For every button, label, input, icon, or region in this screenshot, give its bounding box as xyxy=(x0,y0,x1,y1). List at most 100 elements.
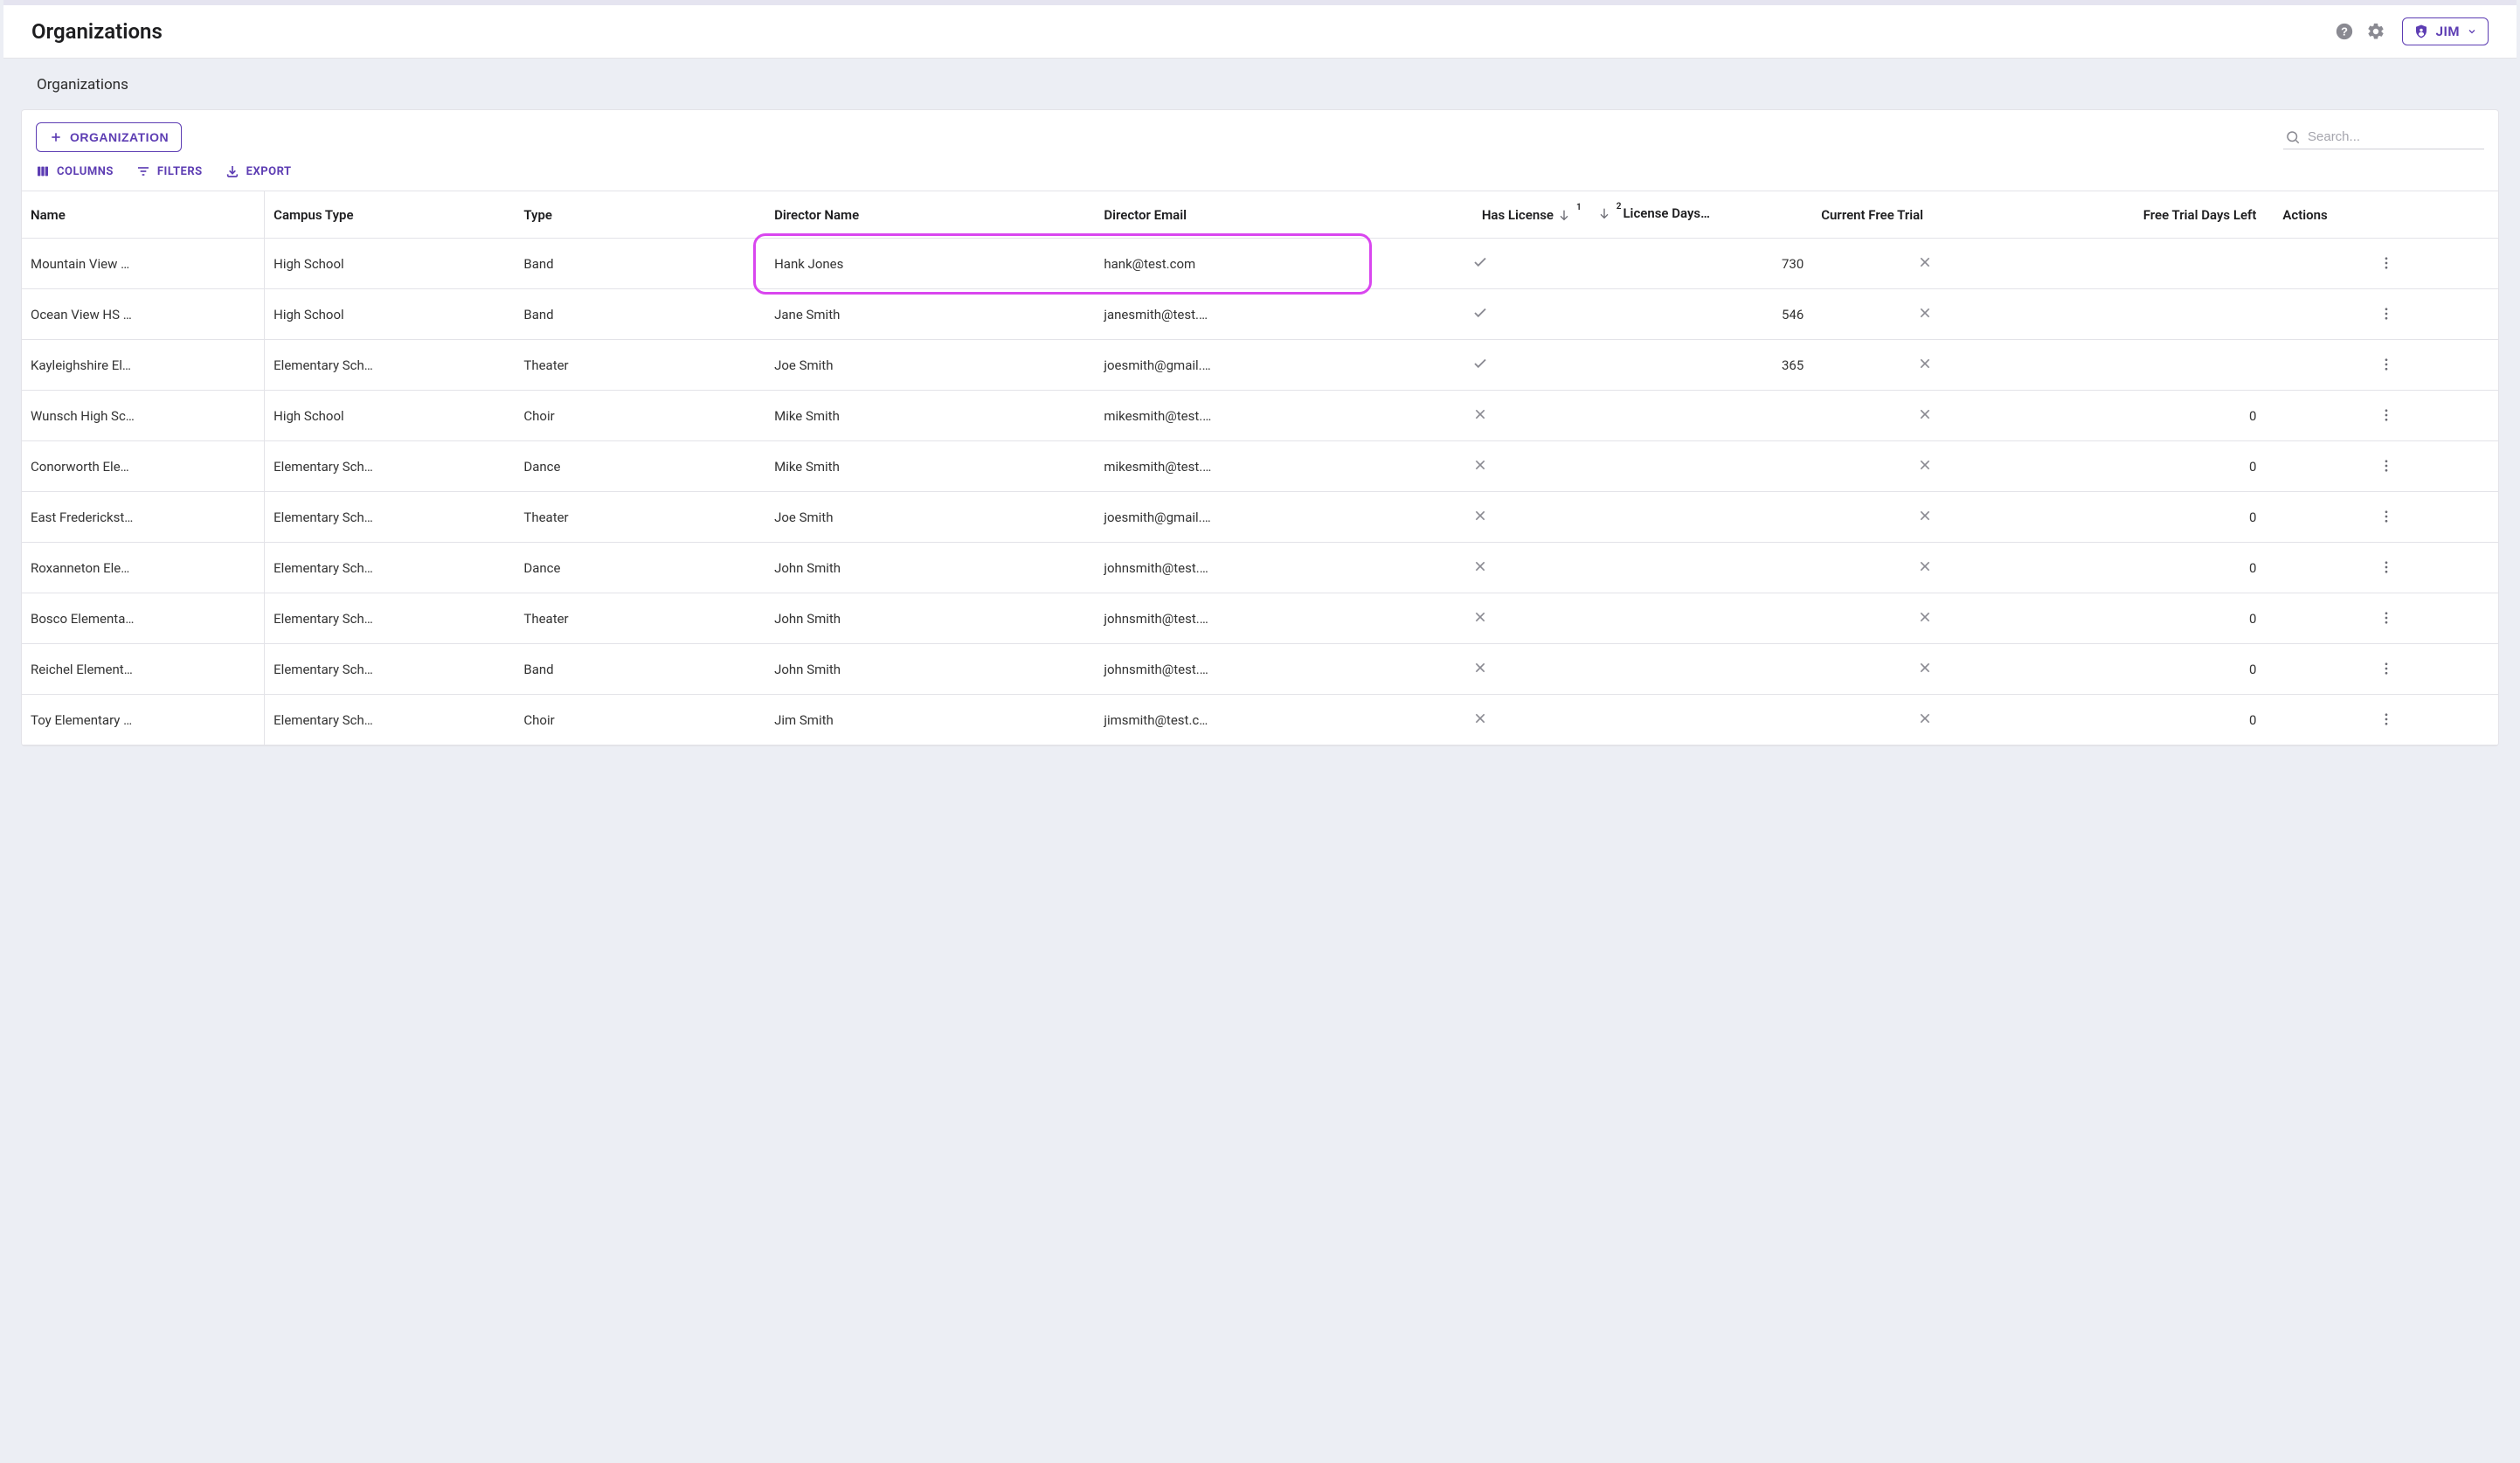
cell-free-trial-days-left xyxy=(2037,340,2274,391)
cell-has-license xyxy=(1372,289,1588,340)
check-icon xyxy=(1472,356,1488,371)
table-row: Wunsch High Sc…High SchoolChoirMike Smit… xyxy=(22,391,2498,441)
cell-type: Theater xyxy=(515,492,765,543)
x-icon xyxy=(1918,458,1932,472)
x-icon xyxy=(1473,559,1487,573)
col-type[interactable]: Type xyxy=(515,191,765,239)
cell-license-days: 546 xyxy=(1589,289,1813,340)
row-actions-button[interactable] xyxy=(2376,405,2397,426)
cell-director-email: mikesmith@test.… xyxy=(1095,441,1372,492)
col-has-license[interactable]: Has License 1 xyxy=(1372,191,1588,239)
table-row: Bosco Elementa…Elementary Sch…TheaterJoh… xyxy=(22,593,2498,644)
col-free-trial-days-left[interactable]: Free Trial Days Left xyxy=(2037,191,2274,239)
cell-type: Band xyxy=(515,644,765,695)
check-icon xyxy=(1472,254,1488,270)
cell-director-email: johnsmith@test.… xyxy=(1095,644,1372,695)
table-container: Name Campus Type Type Director Name Dire… xyxy=(22,191,2498,745)
cell-license-days xyxy=(1589,593,1813,644)
col-license-days[interactable]: 2 License Days… xyxy=(1589,191,1813,239)
table-row: Reichel Element…Elementary Sch…BandJohn … xyxy=(22,644,2498,695)
cell-actions xyxy=(2274,289,2498,340)
cell-type: Choir xyxy=(515,695,765,745)
cell-director-name: Hank Jones xyxy=(765,239,1095,289)
filters-button[interactable]: FILTERS xyxy=(136,164,203,178)
row-actions-button[interactable] xyxy=(2376,709,2397,730)
x-icon xyxy=(1918,661,1932,675)
cell-has-license xyxy=(1372,441,1588,492)
cell-type: Theater xyxy=(515,340,765,391)
x-icon xyxy=(1918,509,1932,523)
cell-license-days xyxy=(1589,695,1813,745)
cell-type: Dance xyxy=(515,543,765,593)
cell-license-days xyxy=(1589,391,1813,441)
x-icon xyxy=(1918,711,1932,725)
page-title: Organizations xyxy=(31,19,163,44)
user-menu[interactable]: JIM xyxy=(2402,17,2489,45)
row-actions-button[interactable] xyxy=(2376,506,2397,527)
cell-has-license xyxy=(1372,543,1588,593)
row-actions-button[interactable] xyxy=(2376,303,2397,324)
cell-current-free-trial xyxy=(1812,644,2037,695)
plus-icon xyxy=(49,130,63,144)
columns-button[interactable]: COLUMNS xyxy=(36,164,114,178)
cell-type: Band xyxy=(515,239,765,289)
cell-free-trial-days-left: 0 xyxy=(2037,441,2274,492)
cell-name: Reichel Element… xyxy=(22,644,265,695)
col-name[interactable]: Name xyxy=(22,191,265,239)
cell-director-email: janesmith@test.… xyxy=(1095,289,1372,340)
row-actions-button[interactable] xyxy=(2376,354,2397,375)
col-current-free-trial[interactable]: Current Free Trial xyxy=(1812,191,2037,239)
col-campus-type[interactable]: Campus Type xyxy=(265,191,516,239)
cell-name: Ocean View HS … xyxy=(22,289,265,340)
cell-has-license xyxy=(1372,695,1588,745)
cell-free-trial-days-left: 0 xyxy=(2037,543,2274,593)
cell-actions xyxy=(2274,492,2498,543)
row-actions-button[interactable] xyxy=(2376,253,2397,274)
cell-campus-type: Elementary Sch… xyxy=(265,543,516,593)
row-actions-button[interactable] xyxy=(2376,455,2397,476)
cell-license-days xyxy=(1589,441,1813,492)
x-icon xyxy=(1473,509,1487,523)
cell-actions xyxy=(2274,391,2498,441)
cell-name: East Frederickst… xyxy=(22,492,265,543)
sort-priority-1: 1 xyxy=(1576,203,1582,212)
cell-current-free-trial xyxy=(1812,441,2037,492)
table-row: Mountain View …High SchoolBandHank Jones… xyxy=(22,239,2498,289)
cell-director-name: Mike Smith xyxy=(765,391,1095,441)
cell-type: Band xyxy=(515,289,765,340)
search-field[interactable] xyxy=(2283,126,2484,149)
help-icon[interactable]: ? xyxy=(2329,16,2360,47)
cell-campus-type: High School xyxy=(265,289,516,340)
toolbar-primary: ORGANIZATION xyxy=(22,110,2498,159)
cell-has-license xyxy=(1372,340,1588,391)
gear-icon[interactable] xyxy=(2360,16,2392,47)
data-card: ORGANIZATION COLUMNS FILTERS EXPORT xyxy=(21,109,2499,746)
add-organization-button[interactable]: ORGANIZATION xyxy=(36,122,182,152)
cell-has-license xyxy=(1372,492,1588,543)
cell-name: Mountain View … xyxy=(22,239,265,289)
col-director-name[interactable]: Director Name xyxy=(765,191,1095,239)
cell-current-free-trial xyxy=(1812,492,2037,543)
check-icon xyxy=(1472,305,1488,321)
cell-free-trial-days-left: 0 xyxy=(2037,391,2274,441)
search-input[interactable] xyxy=(2308,129,2474,144)
cell-director-name: Joe Smith xyxy=(765,340,1095,391)
cell-license-days xyxy=(1589,492,1813,543)
col-director-email[interactable]: Director Email xyxy=(1095,191,1372,239)
cell-campus-type: High School xyxy=(265,239,516,289)
table-row: Ocean View HS …High SchoolBandJane Smith… xyxy=(22,289,2498,340)
arrow-down-icon xyxy=(1597,206,1611,220)
cell-director-email: johnsmith@test.… xyxy=(1095,543,1372,593)
export-button[interactable]: EXPORT xyxy=(225,164,292,178)
cell-director-email: mikesmith@test.… xyxy=(1095,391,1372,441)
row-actions-button[interactable] xyxy=(2376,607,2397,628)
cell-name: Roxanneton Ele… xyxy=(22,543,265,593)
cell-director-name: John Smith xyxy=(765,543,1095,593)
cell-name: Wunsch High Sc… xyxy=(22,391,265,441)
row-actions-button[interactable] xyxy=(2376,557,2397,578)
row-actions-button[interactable] xyxy=(2376,658,2397,679)
breadcrumb: Organizations xyxy=(37,76,2499,94)
cell-type: Dance xyxy=(515,441,765,492)
x-icon xyxy=(1918,357,1932,371)
app-bar: Organizations ? JIM xyxy=(3,0,2517,59)
